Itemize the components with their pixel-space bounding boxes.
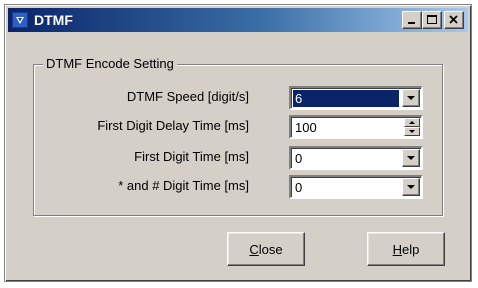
dtmf-speed-value: 6 [293,90,399,107]
dtmf-speed-label: DTMF Speed [digit/s] [126,89,249,104]
dtmf-speed-dropdown[interactable]: 6 [289,86,423,110]
first-digit-time-dropdown-button[interactable] [402,149,420,167]
chevron-down-icon [407,96,415,100]
star-hash-digit-time-value: 0 [295,180,303,195]
close-icon [449,15,458,24]
first-digit-time-label: First Digit Time [ms] [134,149,249,164]
first-digit-delay-label: First Digit Delay Time [ms] [97,118,249,133]
help-button-label: elp [402,241,420,257]
help-button[interactable]: Help [367,232,445,266]
spin-up-button[interactable] [404,118,420,127]
star-hash-digit-time-dropdown-button[interactable] [402,178,420,196]
star-hash-digit-time-label: * and # Digit Time [ms] [118,178,249,193]
minimize-icon [408,22,415,24]
chevron-down-icon [407,185,415,189]
maximize-button[interactable] [422,11,442,29]
window-controls [402,11,464,29]
maximize-icon [427,15,437,24]
close-window-button[interactable] [444,11,464,29]
arrow-up-icon [409,121,415,124]
close-button-mnemonic: C [249,241,259,257]
dtmf-speed-dropdown-button[interactable] [402,89,420,107]
close-button[interactable]: Close [227,232,305,266]
star-hash-digit-time-dropdown[interactable]: 0 [289,175,423,199]
spin-down-button[interactable] [404,127,420,136]
help-button-mnemonic: H [392,241,403,257]
close-button-label: lose [258,241,283,257]
first-digit-time-value: 0 [295,151,303,166]
chevron-down-icon [407,156,415,160]
app-icon [12,12,28,28]
arrow-down-icon [409,130,415,133]
spin-buttons [404,118,420,136]
first-digit-delay-spinner[interactable]: 100 [289,115,423,139]
first-digit-delay-value: 100 [295,120,317,135]
dtmf-dialog: DTMF DTMF Encode Setting DTMF Speed [dig… [4,4,472,282]
title-bar[interactable]: DTMF [8,8,468,32]
window-title: DTMF [34,12,73,28]
minimize-button[interactable] [402,11,422,29]
first-digit-time-dropdown[interactable]: 0 [289,146,423,170]
group-label: DTMF Encode Setting [43,57,177,71]
